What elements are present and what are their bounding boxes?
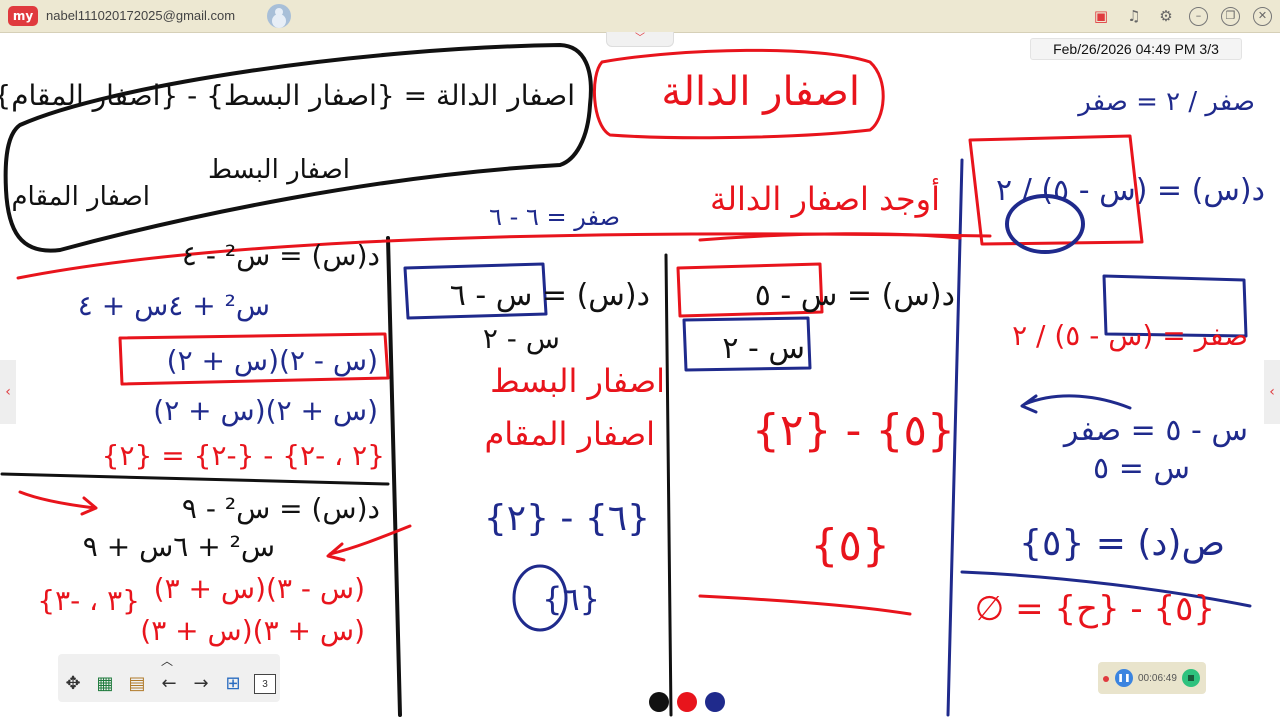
p1-factors-num: (س - ٢)(س + ٢) <box>167 344 378 377</box>
def-zeros-text: اصفار الدالة = {اصفار البسط} - {اصفار ال… <box>0 79 575 112</box>
prev-page-arrow[interactable]: ‹ <box>0 360 16 424</box>
cast-icon[interactable]: ▣ <box>1090 5 1112 27</box>
p1-line3-den: س² + ٦س + ٩ <box>83 530 275 563</box>
p2-label-num: اصفار البسط <box>490 362 665 400</box>
close-icon[interactable]: ✕ <box>1253 7 1272 26</box>
divider-1 <box>386 236 402 717</box>
p4-zero-eq: صفر = (س - ٥) / ٢ <box>1012 319 1248 352</box>
label-denominator: اصفار المقام <box>11 182 150 212</box>
arrow-left <box>18 490 98 516</box>
recording-time: 00:06:49 <box>1138 673 1177 684</box>
p1-line1: د(س) = س² - ٤ <box>182 239 380 272</box>
pen-color-red[interactable] <box>677 692 697 712</box>
p1-factors-den: (س + ٢)(س + ٢) <box>153 394 378 427</box>
p2-answer: {٦} <box>542 580 600 618</box>
p3-result: {٥} - {٢} <box>752 405 955 456</box>
bell-icon[interactable]: ♫ <box>1123 5 1145 27</box>
sheet-icon[interactable]: ▦ <box>92 671 118 697</box>
account-email: nabel111020172025@gmail.com <box>46 8 236 23</box>
app-logo: my <box>8 6 38 26</box>
clipboard-icon[interactable]: ▤ <box>124 671 150 697</box>
stop-button[interactable] <box>1182 669 1200 687</box>
separator-left <box>0 472 390 486</box>
label-numerator: اصفار البسط <box>208 155 350 185</box>
red-underline-3 <box>698 594 912 616</box>
chevron-up-icon[interactable]: ︿ <box>161 652 173 669</box>
p4-corner: صفر / ٢ = صفر <box>1076 87 1255 117</box>
p2-den: س - ٢ <box>483 322 560 355</box>
arrow-right <box>1020 394 1132 414</box>
pause-button[interactable]: ❚❚ <box>1115 669 1133 687</box>
p4-final: {٥} - {ح} = ∅ <box>975 589 1215 629</box>
p3-answer: {٥} <box>810 520 890 571</box>
undo-arrow-icon[interactable]: ← <box>156 671 182 697</box>
p4-step: س - ٥ = صفر <box>1062 413 1248 448</box>
chevron-left-icon: ‹ <box>5 384 11 400</box>
next-page-arrow[interactable]: ‹ <box>1264 360 1280 424</box>
p2-result: {٦} - {٢} <box>484 498 650 539</box>
p2-label-den: اصفار المقام <box>484 415 655 453</box>
p1-line2: س² + ٤س + ٤ <box>78 289 270 322</box>
record-indicator-icon <box>1103 676 1109 682</box>
p4-fn: د(س) = (س - ٥) / ٢ <box>996 173 1265 208</box>
gear-icon[interactable]: ⚙ <box>1155 5 1177 27</box>
divider-2 <box>664 253 673 717</box>
minimize-icon[interactable]: – <box>1189 7 1208 26</box>
p4-sol: س = ٥ <box>1093 451 1190 486</box>
pen-color-black[interactable] <box>649 692 669 712</box>
red-underline-long <box>16 232 992 280</box>
p1-result2: {٣ ، -٣} <box>37 584 140 617</box>
redo-arrow-icon[interactable]: → <box>188 671 214 697</box>
p1-result1: {٢ ، -٢} - {-٢} = {٢} <box>102 439 385 472</box>
p3-den: س - ٢ <box>722 331 805 366</box>
page-counter[interactable]: 3 <box>254 674 276 694</box>
p2-fn: د(س) = س - ٦ <box>450 278 650 313</box>
chevron-right-icon: ‹ <box>1269 384 1275 400</box>
p1-factors2-den: (س + ٣)(س + ٣) <box>140 614 365 647</box>
p1-factors2: (س - ٣)(س + ٣) <box>154 572 365 605</box>
find-zeros-label: أوجد اصفار الدالة <box>710 178 940 218</box>
whiteboard-canvas[interactable]: اصفار الدالة = {اصفار البسط} - {اصفار ال… <box>0 32 1280 720</box>
p3-fn: د(س) = س - ٥ <box>755 278 955 313</box>
add-page-icon[interactable]: ⊞ <box>220 671 246 697</box>
move-icon[interactable]: ✥ <box>60 671 86 697</box>
restore-icon[interactable]: ❐ <box>1221 7 1240 26</box>
p4-answer: ص(د) = {٥} <box>1019 523 1225 564</box>
avatar[interactable] <box>267 4 291 28</box>
pen-color-blue[interactable] <box>705 692 725 712</box>
p1-line3: د(س) = س² - ٩ <box>182 492 380 525</box>
top-title: اصفار الدالة <box>661 69 860 115</box>
p2-note: صفر = ٦ - ٦ <box>489 203 620 231</box>
